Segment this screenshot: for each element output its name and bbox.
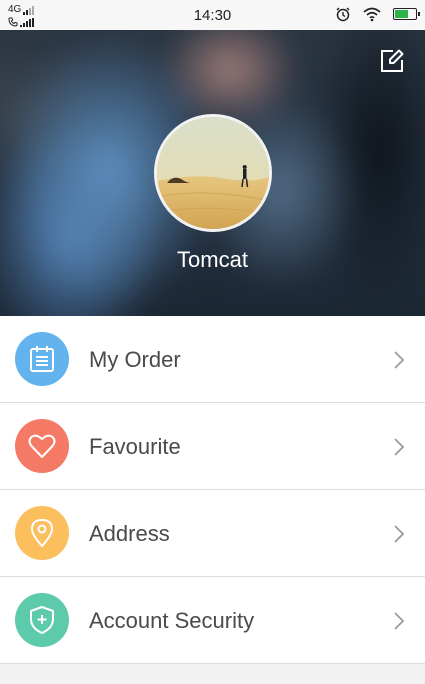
menu-item-favourite[interactable]: Favourite — [0, 403, 425, 490]
chevron-right-icon — [394, 351, 405, 369]
clipboard-icon — [30, 346, 54, 372]
chevron-right-icon — [394, 612, 405, 630]
username: Tomcat — [177, 247, 248, 272]
menu-icon-bg — [15, 593, 69, 647]
profile-header: Tomcat — [0, 30, 425, 316]
bottom-spacer — [0, 664, 425, 684]
menu-label: Account Security — [89, 608, 255, 633]
avatar[interactable] — [154, 114, 272, 232]
menu-item-account-security[interactable]: Account Security — [0, 577, 425, 664]
menu-icon-bg — [15, 332, 69, 386]
menu-label: Address — [89, 521, 170, 546]
menu-item-address[interactable]: Address — [0, 490, 425, 577]
chevron-right-icon — [394, 525, 405, 543]
edit-square-icon[interactable] — [379, 48, 405, 74]
chevron-right-icon — [394, 438, 405, 456]
menu-item-my-order[interactable]: My Order — [0, 316, 425, 403]
menu-label: My Order — [89, 347, 181, 372]
heart-icon — [28, 434, 56, 458]
menu-icon-bg — [15, 506, 69, 560]
shield-plus-icon — [30, 606, 54, 634]
location-pin-icon — [31, 519, 53, 547]
profile-menu: My Order Favourite Address Account Secur… — [0, 316, 425, 664]
menu-label: Favourite — [89, 434, 181, 459]
status-bar: 4G 14:30 — [0, 0, 425, 30]
menu-icon-bg — [15, 419, 69, 473]
alarm-icon — [336, 7, 350, 22]
battery-icon — [393, 8, 420, 20]
wifi-icon — [363, 7, 381, 21]
